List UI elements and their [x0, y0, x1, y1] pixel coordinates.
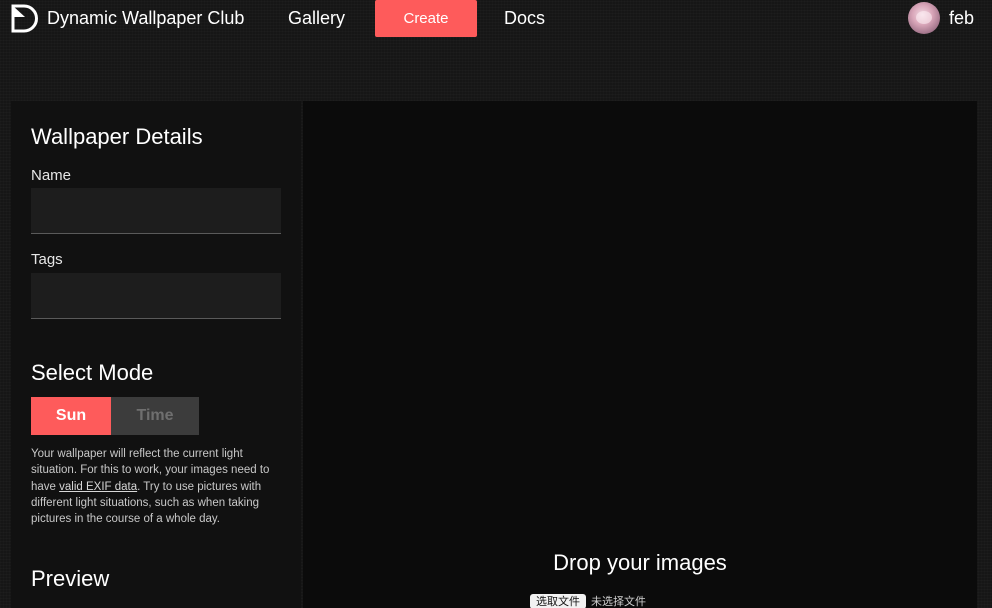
logo-icon[interactable] — [11, 4, 39, 33]
mode-time-button[interactable]: Time — [111, 397, 199, 435]
drop-images-title: Drop your images — [553, 550, 727, 575]
mode-sun-button[interactable]: Sun — [31, 397, 111, 435]
image-drop-zone[interactable]: Drop your images 选取文件 未选择文件 — [303, 101, 977, 608]
tags-label: Tags — [31, 251, 63, 268]
file-status: 未选择文件 — [591, 594, 646, 608]
details-heading: Wallpaper Details — [31, 124, 203, 149]
mode-description: Your wallpaper will reflect the current … — [31, 446, 281, 527]
preview-heading: Preview — [31, 566, 110, 591]
username[interactable]: feb — [949, 7, 974, 29]
select-mode-heading: Select Mode — [31, 360, 154, 385]
nav-gallery-link[interactable]: Gallery — [288, 7, 345, 29]
choose-file-button[interactable]: 选取文件 — [530, 593, 586, 608]
nav-docs-link[interactable]: Docs — [504, 7, 545, 29]
brand-name[interactable]: Dynamic Wallpaper Club — [47, 7, 244, 29]
exif-data-link[interactable]: valid EXIF data — [59, 481, 137, 493]
tags-input[interactable] — [31, 273, 281, 319]
top-navigation: Dynamic Wallpaper Club Gallery Create Do… — [0, 0, 992, 38]
name-input[interactable] — [31, 188, 281, 234]
nav-create-button[interactable]: Create — [375, 0, 477, 37]
mode-toggle: Sun Time — [31, 397, 199, 435]
avatar[interactable] — [908, 2, 940, 34]
file-input: 选取文件 未选择文件 — [530, 593, 646, 608]
name-label: Name — [31, 167, 72, 184]
wallpaper-details-panel: Wallpaper Details Name Tags Select Mode … — [11, 101, 301, 608]
